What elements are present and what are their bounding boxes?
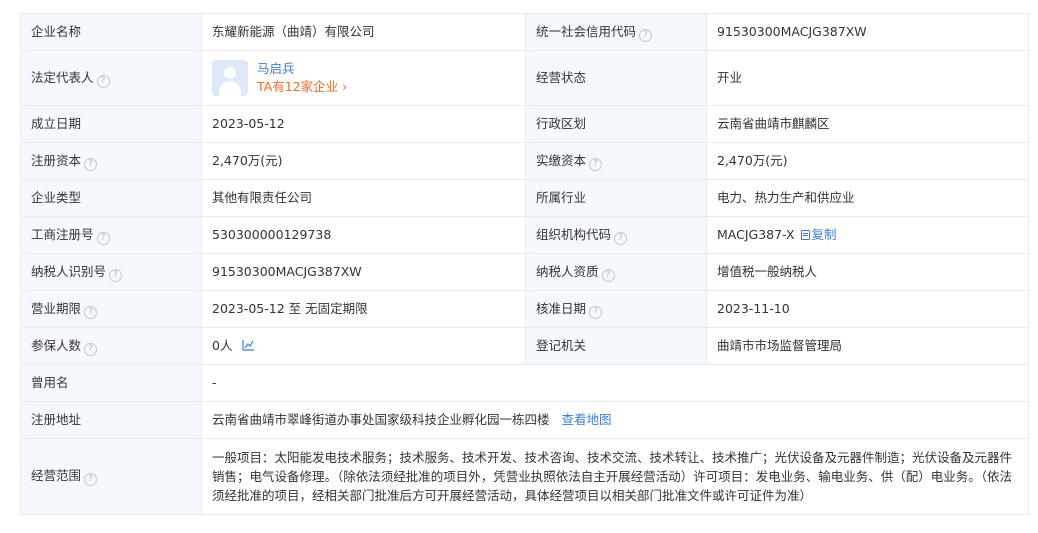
status-label: 经营状态: [525, 50, 707, 106]
help-icon[interactable]: ?: [84, 342, 98, 356]
legal-rep-label: 法定代表人?: [20, 50, 202, 106]
taxpayer-id-value: 91530300MACJG387XW: [201, 253, 526, 291]
region-value: 云南省曲靖市麒麟区: [706, 105, 1029, 143]
biz-reg-no-label-text: 工商注册号: [31, 226, 94, 242]
trend-chart-icon[interactable]: [242, 338, 255, 356]
org-code-value: MACJG387-X: [717, 227, 795, 242]
taxpayer-id-label-text: 纳税人识别号: [31, 263, 107, 279]
credit-code-label: 统一社会信用代码?: [525, 13, 707, 51]
help-icon[interactable]: ?: [96, 231, 110, 245]
former-name-label: 曾用名: [20, 364, 202, 402]
table-row: 经营范围? 一般项目：太阳能发电技术服务；技术服务、技术开发、技术咨询、技术交流…: [20, 438, 1029, 515]
industry-label: 所属行业: [525, 179, 707, 217]
reg-capital-value: 2,470万(元): [201, 142, 526, 180]
scope-label: 经营范围?: [20, 438, 202, 515]
company-name-label: 企业名称: [20, 13, 202, 51]
taxpayer-qual-label: 纳税人资质?: [525, 253, 707, 291]
established-label: 成立日期: [20, 105, 202, 143]
company-type-label: 企业类型: [20, 179, 202, 217]
company-info-panel: 企业名称 东耀新能源（曲靖）有限公司 统一社会信用代码? 91530300MAC…: [20, 13, 1029, 515]
scope-label-text: 经营范围: [31, 468, 82, 483]
scope-value: 一般项目：太阳能发电技术服务；技术服务、技术开发、技术咨询、技术交流、技术转让、…: [201, 438, 1029, 515]
approval-date-label: 核准日期?: [525, 290, 707, 328]
insured-label: 参保人数?: [20, 327, 202, 365]
paid-capital-label-text: 实缴资本: [536, 152, 587, 168]
copy-icon: [800, 230, 810, 240]
address-value: 云南省曲靖市翠峰街道办事处国家级科技企业孵化园一栋四楼: [212, 412, 550, 427]
table-row: 企业类型 其他有限责任公司 所属行业 电力、热力生产和供应业: [20, 179, 1029, 217]
address-label: 注册地址: [20, 401, 202, 439]
status-value: 开业: [706, 50, 1029, 106]
help-icon[interactable]: ?: [84, 305, 98, 319]
org-code-cell: MACJG387-X 复制: [706, 216, 1029, 254]
industry-value: 电力、热力生产和供应业: [706, 179, 1029, 217]
reg-authority-value: 曲靖市市场监督管理局: [706, 327, 1029, 365]
insured-value: 0人: [212, 337, 233, 353]
help-icon[interactable]: ?: [639, 28, 653, 42]
former-name-value: -: [201, 364, 1029, 402]
taxpayer-id-label: 纳税人识别号?: [20, 253, 202, 291]
help-icon[interactable]: ?: [614, 231, 628, 245]
help-icon[interactable]: ?: [84, 473, 98, 486]
insured-cell: 0人: [201, 327, 526, 365]
table-row: 法定代表人? 马启兵 TA有12家企业 › 经营状态 开业: [20, 50, 1029, 106]
established-value: 2023-05-12: [201, 105, 526, 143]
table-row: 注册资本? 2,470万(元) 实缴资本? 2,470万(元): [20, 142, 1029, 180]
org-code-label-text: 组织机构代码: [536, 226, 612, 242]
company-type-value: 其他有限责任公司: [201, 179, 526, 217]
biz-reg-no-label: 工商注册号?: [20, 216, 202, 254]
taxpayer-qual-value: 增值税一般纳税人: [706, 253, 1029, 291]
table-row: 营业期限? 2023-05-12 至 无固定期限 核准日期? 2023-11-1…: [20, 290, 1029, 328]
company-name-value: 东耀新能源（曲靖）有限公司: [201, 13, 526, 51]
avatar[interactable]: [212, 60, 248, 96]
paid-capital-label: 实缴资本?: [525, 142, 707, 180]
table-row: 曾用名 -: [20, 364, 1029, 402]
table-row: 工商注册号? 530300000129738 组织机构代码? MACJG387-…: [20, 216, 1029, 254]
legal-rep-companies-link[interactable]: TA有12家企业 ›: [257, 78, 347, 96]
region-label: 行政区划: [525, 105, 707, 143]
help-icon[interactable]: ?: [109, 268, 123, 282]
help-icon[interactable]: ?: [96, 74, 110, 88]
copy-label: 复制: [811, 227, 837, 242]
reg-capital-label: 注册资本?: [20, 142, 202, 180]
help-icon[interactable]: ?: [84, 157, 98, 171]
table-row: 企业名称 东耀新能源（曲靖）有限公司 统一社会信用代码? 91530300MAC…: [20, 13, 1029, 51]
table-row: 注册地址 云南省曲靖市翠峰街道办事处国家级科技企业孵化园一栋四楼 查看地图: [20, 401, 1029, 439]
taxpayer-qual-label-text: 纳税人资质: [536, 263, 599, 279]
approval-date-label-text: 核准日期: [536, 300, 587, 316]
biz-reg-no-value: 530300000129738: [201, 216, 526, 254]
paid-capital-value: 2,470万(元): [706, 142, 1029, 180]
credit-code-label-text: 统一社会信用代码: [536, 23, 637, 39]
company-info-table: 企业名称 东耀新能源（曲靖）有限公司 统一社会信用代码? 91530300MAC…: [20, 13, 1029, 515]
help-icon[interactable]: ?: [589, 157, 603, 171]
help-icon[interactable]: ?: [601, 268, 615, 282]
copy-button[interactable]: 复制: [800, 227, 837, 242]
insured-label-text: 参保人数: [31, 337, 82, 353]
table-row: 成立日期 2023-05-12 行政区划 云南省曲靖市麒麟区: [20, 105, 1029, 143]
help-icon[interactable]: ?: [589, 305, 603, 319]
address-cell: 云南省曲靖市翠峰街道办事处国家级科技企业孵化园一栋四楼 查看地图: [201, 401, 1029, 439]
org-code-label: 组织机构代码?: [525, 216, 707, 254]
reg-capital-label-text: 注册资本: [31, 152, 82, 168]
legal-rep-name-link[interactable]: 马启兵: [257, 60, 347, 78]
credit-code-value: 91530300MACJG387XW: [706, 13, 1029, 51]
legal-rep-cell: 马启兵 TA有12家企业 ›: [201, 50, 526, 106]
biz-term-value: 2023-05-12 至 无固定期限: [201, 290, 526, 328]
table-row: 参保人数? 0人 登记机关 曲靖市市场监督管理局: [20, 327, 1029, 365]
view-map-link[interactable]: 查看地图: [562, 412, 612, 427]
biz-term-label: 营业期限?: [20, 290, 202, 328]
biz-term-label-text: 营业期限: [31, 300, 82, 316]
approval-date-value: 2023-11-10: [706, 290, 1029, 328]
reg-authority-label: 登记机关: [525, 327, 707, 365]
legal-rep-label-text: 法定代表人: [31, 69, 94, 85]
table-row: 纳税人识别号? 91530300MACJG387XW 纳税人资质? 增值税一般纳…: [20, 253, 1029, 291]
